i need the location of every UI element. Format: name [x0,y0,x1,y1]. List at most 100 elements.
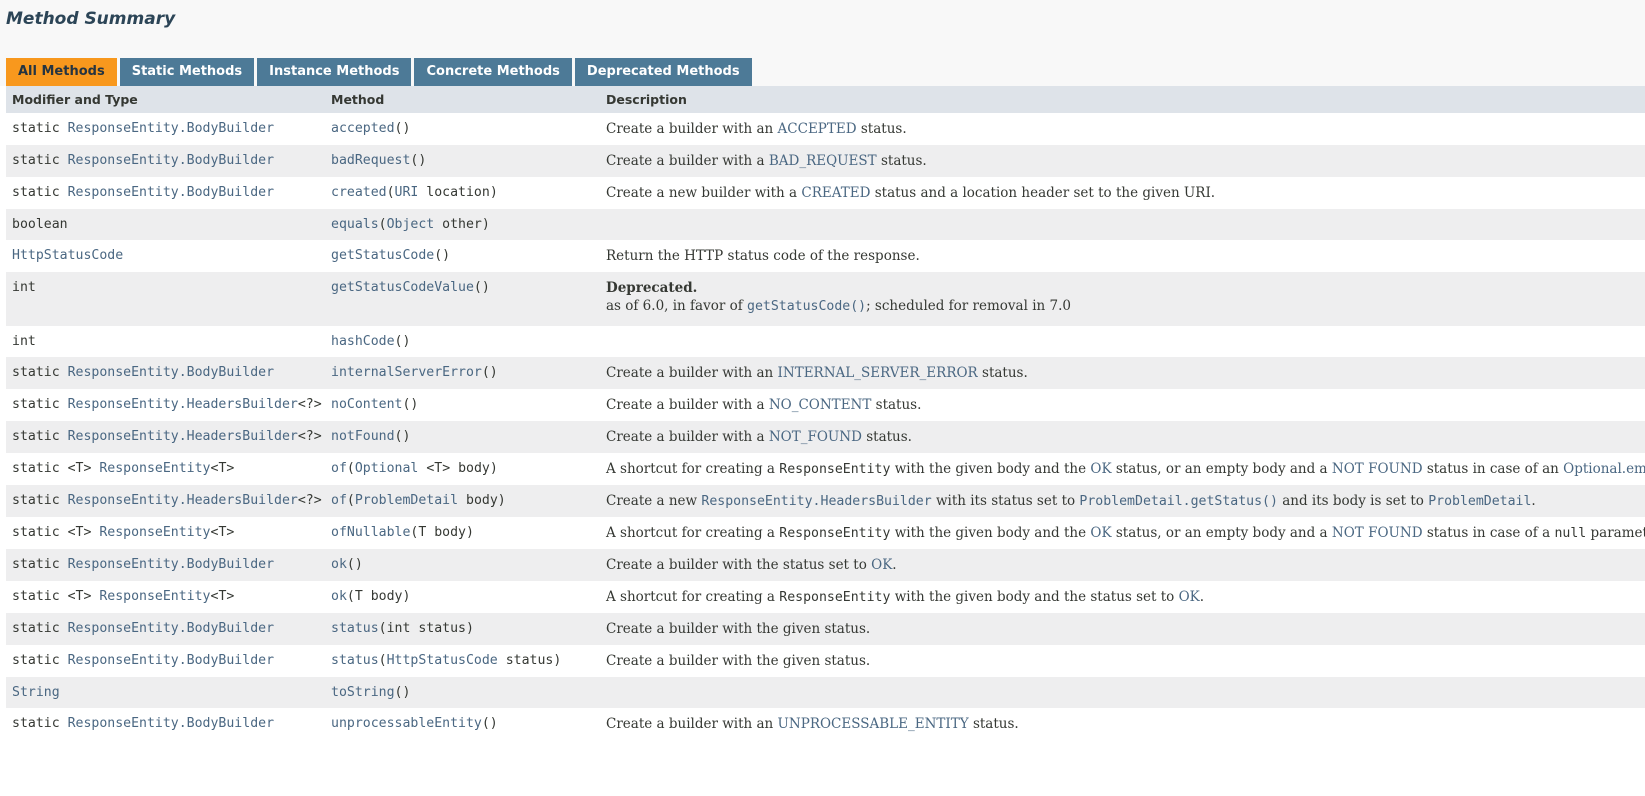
method-link[interactable]: status [331,621,379,636]
description-text: status in case of an [1422,461,1564,477]
modifier-type-cell: String [6,677,325,708]
method-link[interactable]: getStatusCode [331,248,434,263]
description-text: Create a builder with an [606,121,778,137]
description-link[interactable]: ProblemDetail.getStatus() [1079,494,1278,509]
tab-deprecated-methods[interactable]: Deprecated Methods [574,58,752,86]
method-text: ( [346,493,355,508]
modifier-type-cell: boolean [6,209,325,240]
modifier-type-link[interactable]: ResponseEntity [99,461,210,476]
method-link[interactable]: of [331,493,347,508]
modifier-type-link[interactable]: ResponseEntity [99,525,210,540]
method-text: (int status) [378,621,474,636]
description-text: Create a builder with an [606,716,778,732]
tab-static-methods[interactable]: Static Methods [119,58,255,86]
description-text: Create a builder with a [606,153,769,169]
modifier-type-link[interactable]: ResponseEntity.HeadersBuilder [68,493,298,508]
method-link[interactable]: created [331,185,387,200]
method-link[interactable]: ok [331,589,347,604]
modifier-type-link[interactable]: ResponseEntity.BodyBuilder [68,557,274,572]
description-link[interactable]: ResponseEntity.HeadersBuilder [701,494,931,509]
description-link[interactable]: NOT_FOUND [769,429,862,445]
method-link[interactable]: toString [331,685,395,700]
description-link[interactable]: BAD_REQUEST [769,153,877,169]
method-link[interactable]: URI [395,185,419,200]
description-link[interactable]: OK [1090,525,1111,541]
description-link[interactable]: CREATED [801,185,870,201]
description-text: and its body is set to [1277,493,1429,509]
modifier-type-link[interactable]: ResponseEntity.HeadersBuilder [68,429,298,444]
description-text: A shortcut for creating a [606,589,780,605]
modifier-type-link[interactable]: ResponseEntity.BodyBuilder [68,121,274,136]
modifier-type-cell: static ResponseEntity.BodyBuilder [6,645,325,677]
method-link[interactable]: Object [387,217,435,232]
method-link[interactable]: hashCode [331,334,395,349]
method-link[interactable]: status [331,653,379,668]
method-link[interactable]: equals [331,217,379,232]
modifier-type-link[interactable]: ResponseEntity.BodyBuilder [68,153,274,168]
tab-instance-methods[interactable]: Instance Methods [257,58,412,86]
description-text: Return the HTTP status code of the respo… [606,248,920,264]
modifier-type-link[interactable]: ResponseEntity.BodyBuilder [68,653,274,668]
tab-concrete-methods[interactable]: Concrete Methods [414,58,572,86]
method-text: location) [418,185,498,200]
modifier-type-link[interactable]: ResponseEntity.BodyBuilder [68,365,274,380]
method-link[interactable]: of [331,461,347,476]
modifier-type-link[interactable]: ResponseEntity.BodyBuilder [68,716,274,731]
description-text: . [1199,589,1205,605]
method-text: body) [458,493,506,508]
tab-all-methods[interactable]: All Methods [6,58,117,86]
method-link[interactable]: Optional [355,461,419,476]
description-link[interactable]: Optional.empty() [1563,461,1645,477]
modifier-type-link[interactable]: String [12,685,60,700]
method-link[interactable]: ofNullable [331,525,410,540]
method-cell: getStatusCodeValue() [325,272,600,326]
method-link[interactable]: accepted [331,121,395,136]
method-link[interactable]: ProblemDetail [355,493,458,508]
modifier-type-cell: static ResponseEntity.BodyBuilder [6,145,325,177]
modifier-type-text: static [12,429,68,444]
description-link[interactable]: getStatusCode() [747,299,866,314]
description-text: Create a builder with the status set to [606,557,872,573]
description-text: as of 6.0, in favor of [606,298,747,314]
modifier-type-text: static <T> [12,525,100,540]
description-link[interactable]: OK [1090,461,1111,477]
description-link[interactable]: NO_CONTENT [769,397,872,413]
method-link[interactable]: noContent [331,397,402,412]
description-link[interactable]: OK [871,557,892,573]
description-text: with the given body and the [890,525,1091,541]
description-text: status. [871,397,922,413]
modifier-type-link[interactable]: ResponseEntity [99,589,210,604]
description-link[interactable]: ProblemDetail [1428,494,1531,509]
description-link[interactable]: UNPROCESSABLE_ENTITY [778,716,969,732]
modifier-type-text: <T> [210,525,235,540]
description-link[interactable]: NOT FOUND [1332,461,1423,477]
description-cell: Create a builder with a BAD_REQUEST stat… [600,145,1645,177]
description-cell [600,677,1645,708]
method-cell: ok() [325,549,600,581]
table-row: static ResponseEntity.BodyBuilder accepte… [6,113,1645,145]
description-cell: Deprecated. as of 6.0, in favor of getSta… [600,272,1645,326]
table-row: static ResponseEntity.BodyBuilder status(… [6,613,1645,645]
method-cell: ok(T body) [325,581,600,613]
modifier-type-link[interactable]: HttpStatusCode [12,248,123,263]
method-link[interactable]: notFound [331,429,395,444]
description-text: null [1554,526,1587,541]
modifier-type-link[interactable]: ResponseEntity.BodyBuilder [68,621,274,636]
description-link[interactable]: INTERNAL_SERVER_ERROR [778,365,978,381]
description-cell: Create a builder with an UNPROCESSABLE_E… [600,708,1645,740]
method-link[interactable]: badRequest [331,153,410,168]
description-text: Create a new [606,493,702,509]
description-link[interactable]: OK [1179,589,1200,605]
modifier-type-cell: static ResponseEntity.BodyBuilder [6,113,325,145]
modifier-type-text: <?> [297,397,322,412]
method-link[interactable]: internalServerError [331,365,482,380]
method-link[interactable]: getStatusCodeValue [331,280,474,295]
description-cell: A shortcut for creating a ResponseEntity… [600,453,1645,485]
modifier-type-link[interactable]: ResponseEntity.HeadersBuilder [68,397,298,412]
method-link[interactable]: HttpStatusCode [387,653,498,668]
modifier-type-link[interactable]: ResponseEntity.BodyBuilder [68,185,274,200]
description-link[interactable]: NOT FOUND [1332,525,1423,541]
method-link[interactable]: unprocessableEntity [331,716,482,731]
method-link[interactable]: ok [331,557,347,572]
description-link[interactable]: ACCEPTED [778,121,857,137]
